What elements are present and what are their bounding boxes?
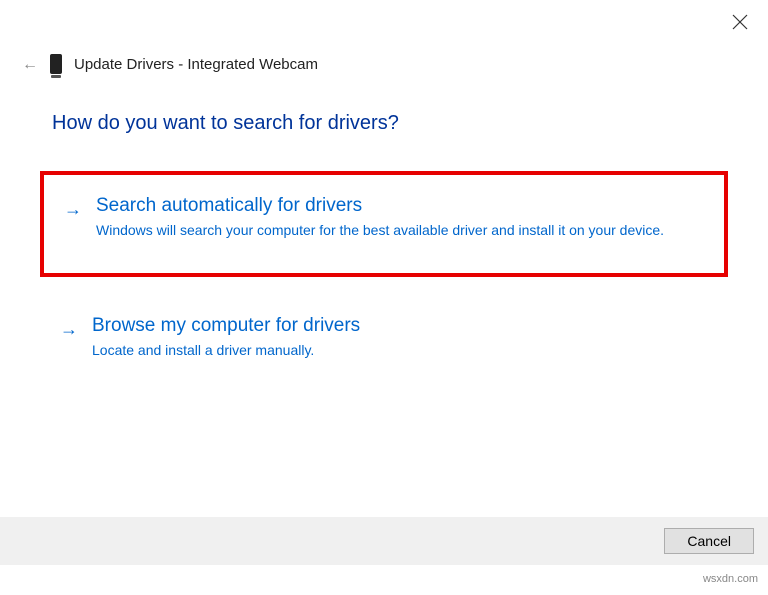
header: ← Update Drivers - Integrated Webcam bbox=[0, 34, 768, 74]
option-title: Search automatically for drivers bbox=[96, 195, 704, 217]
device-icon bbox=[50, 54, 62, 74]
watermark: wsxdn.com bbox=[703, 573, 758, 585]
option-search-automatically[interactable]: → Search automatically for drivers Windo… bbox=[40, 171, 728, 277]
back-arrow-icon[interactable]: ← bbox=[22, 54, 38, 74]
arrow-right-icon: → bbox=[60, 315, 78, 340]
cancel-button[interactable]: Cancel bbox=[664, 528, 754, 554]
main-question: How do you want to search for drivers? bbox=[0, 74, 768, 135]
option-title: Browse my computer for drivers bbox=[92, 315, 708, 337]
footer: Cancel bbox=[0, 517, 768, 565]
option-description: Locate and install a driver manually. bbox=[92, 341, 708, 361]
arrow-right-icon: → bbox=[64, 195, 82, 220]
option-description: Windows will search your computer for th… bbox=[96, 221, 704, 241]
close-button[interactable] bbox=[732, 14, 748, 30]
dialog-title: Update Drivers - Integrated Webcam bbox=[74, 56, 318, 73]
option-browse-computer[interactable]: → Browse my computer for drivers Locate … bbox=[40, 301, 728, 381]
